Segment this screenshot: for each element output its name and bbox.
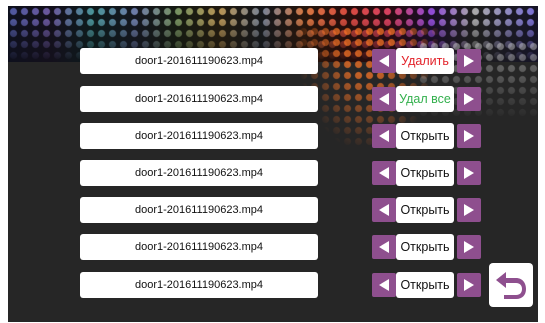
return-arrow-icon <box>496 272 526 299</box>
file-name-field[interactable]: door1-201611190623.mp4 <box>80 48 318 74</box>
triangle-left-icon <box>379 130 389 142</box>
triangle-right-icon <box>464 55 474 67</box>
file-name-field[interactable]: door1-201611190623.mp4 <box>80 86 318 112</box>
file-name-field[interactable]: door1-201611190623.mp4 <box>80 160 318 186</box>
delete-button[interactable]: Удалить <box>396 48 454 74</box>
back-button[interactable] <box>489 263 533 307</box>
next-button[interactable] <box>457 124 481 148</box>
next-button[interactable] <box>457 49 481 73</box>
next-button[interactable] <box>457 87 481 111</box>
triangle-left-icon <box>379 241 389 253</box>
next-button[interactable] <box>457 235 481 259</box>
file-row: door1-201611190623.mp4 Удалить <box>80 48 481 74</box>
triangle-right-icon <box>464 241 474 253</box>
file-name-field[interactable]: door1-201611190623.mp4 <box>80 197 318 223</box>
next-button[interactable] <box>457 273 481 297</box>
file-row: door1-201611190623.mp4 Открыть <box>80 197 481 223</box>
prev-button[interactable] <box>372 161 396 185</box>
next-button[interactable] <box>457 161 481 185</box>
prev-button[interactable] <box>372 49 396 73</box>
file-row: door1-201611190623.mp4 Открыть <box>80 160 481 186</box>
triangle-right-icon <box>464 167 474 179</box>
next-button[interactable] <box>457 198 481 222</box>
file-row: door1-201611190623.mp4 Удал все <box>80 86 481 112</box>
triangle-right-icon <box>464 93 474 105</box>
prev-button[interactable] <box>372 273 396 297</box>
triangle-left-icon <box>379 204 389 216</box>
triangle-left-icon <box>379 93 389 105</box>
file-name-field[interactable]: door1-201611190623.mp4 <box>80 234 318 260</box>
file-row: door1-201611190623.mp4 Открыть <box>80 234 481 260</box>
triangle-right-icon <box>464 279 474 291</box>
prev-button[interactable] <box>372 198 396 222</box>
open-button[interactable]: Открыть <box>396 272 454 298</box>
file-row: door1-201611190623.mp4 Открыть <box>80 272 481 298</box>
triangle-left-icon <box>379 279 389 291</box>
triangle-right-icon <box>464 130 474 142</box>
prev-button[interactable] <box>372 235 396 259</box>
triangle-left-icon <box>379 167 389 179</box>
file-row: door1-201611190623.mp4 Открыть <box>80 123 481 149</box>
triangle-left-icon <box>379 55 389 67</box>
open-button[interactable]: Открыть <box>396 160 454 186</box>
open-button[interactable]: Открыть <box>396 197 454 223</box>
prev-button[interactable] <box>372 87 396 111</box>
file-name-field[interactable]: door1-201611190623.mp4 <box>80 123 318 149</box>
open-button[interactable]: Открыть <box>396 234 454 260</box>
file-name-field[interactable]: door1-201611190623.mp4 <box>80 272 318 298</box>
open-button[interactable]: Открыть <box>396 123 454 149</box>
delete-all-button[interactable]: Удал все <box>396 86 454 112</box>
prev-button[interactable] <box>372 124 396 148</box>
screen: door1-201611190623.mp4 Удалить door1-201… <box>8 6 538 322</box>
triangle-right-icon <box>464 204 474 216</box>
